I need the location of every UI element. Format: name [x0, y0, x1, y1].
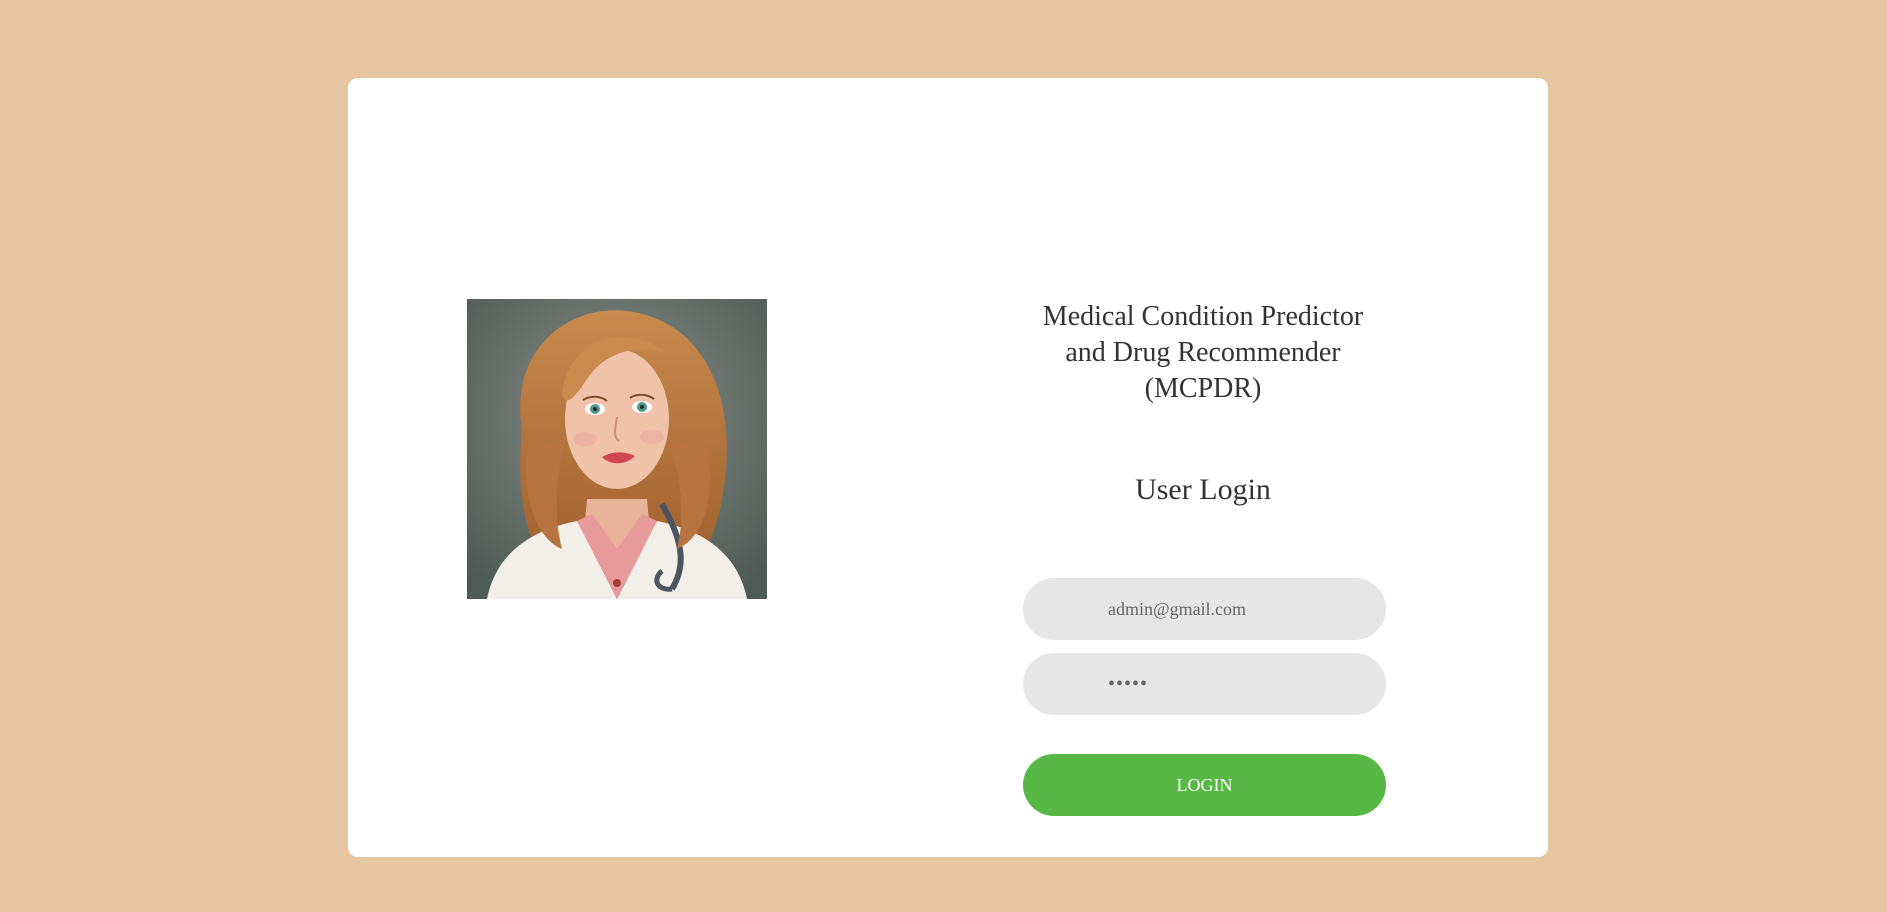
doctor-portrait-image — [467, 299, 767, 599]
app-title-line-3: (MCPDR) — [1144, 373, 1262, 404]
app-title: Medical Condition Predictor and Drug Rec… — [1023, 299, 1383, 407]
app-title-line-1: Medical Condition Predictor — [1042, 301, 1364, 332]
login-heading: User Login — [1135, 473, 1271, 506]
app-title-line-2: and Drug Recommender — [1065, 337, 1341, 368]
login-card: Medical Condition Predictor and Drug Rec… — [348, 78, 1548, 857]
email-field[interactable] — [1023, 578, 1386, 640]
login-form: Medical Condition Predictor and Drug Rec… — [1023, 78, 1386, 857]
password-field[interactable] — [1023, 653, 1386, 715]
login-button[interactable]: LOGIN — [1023, 754, 1386, 816]
